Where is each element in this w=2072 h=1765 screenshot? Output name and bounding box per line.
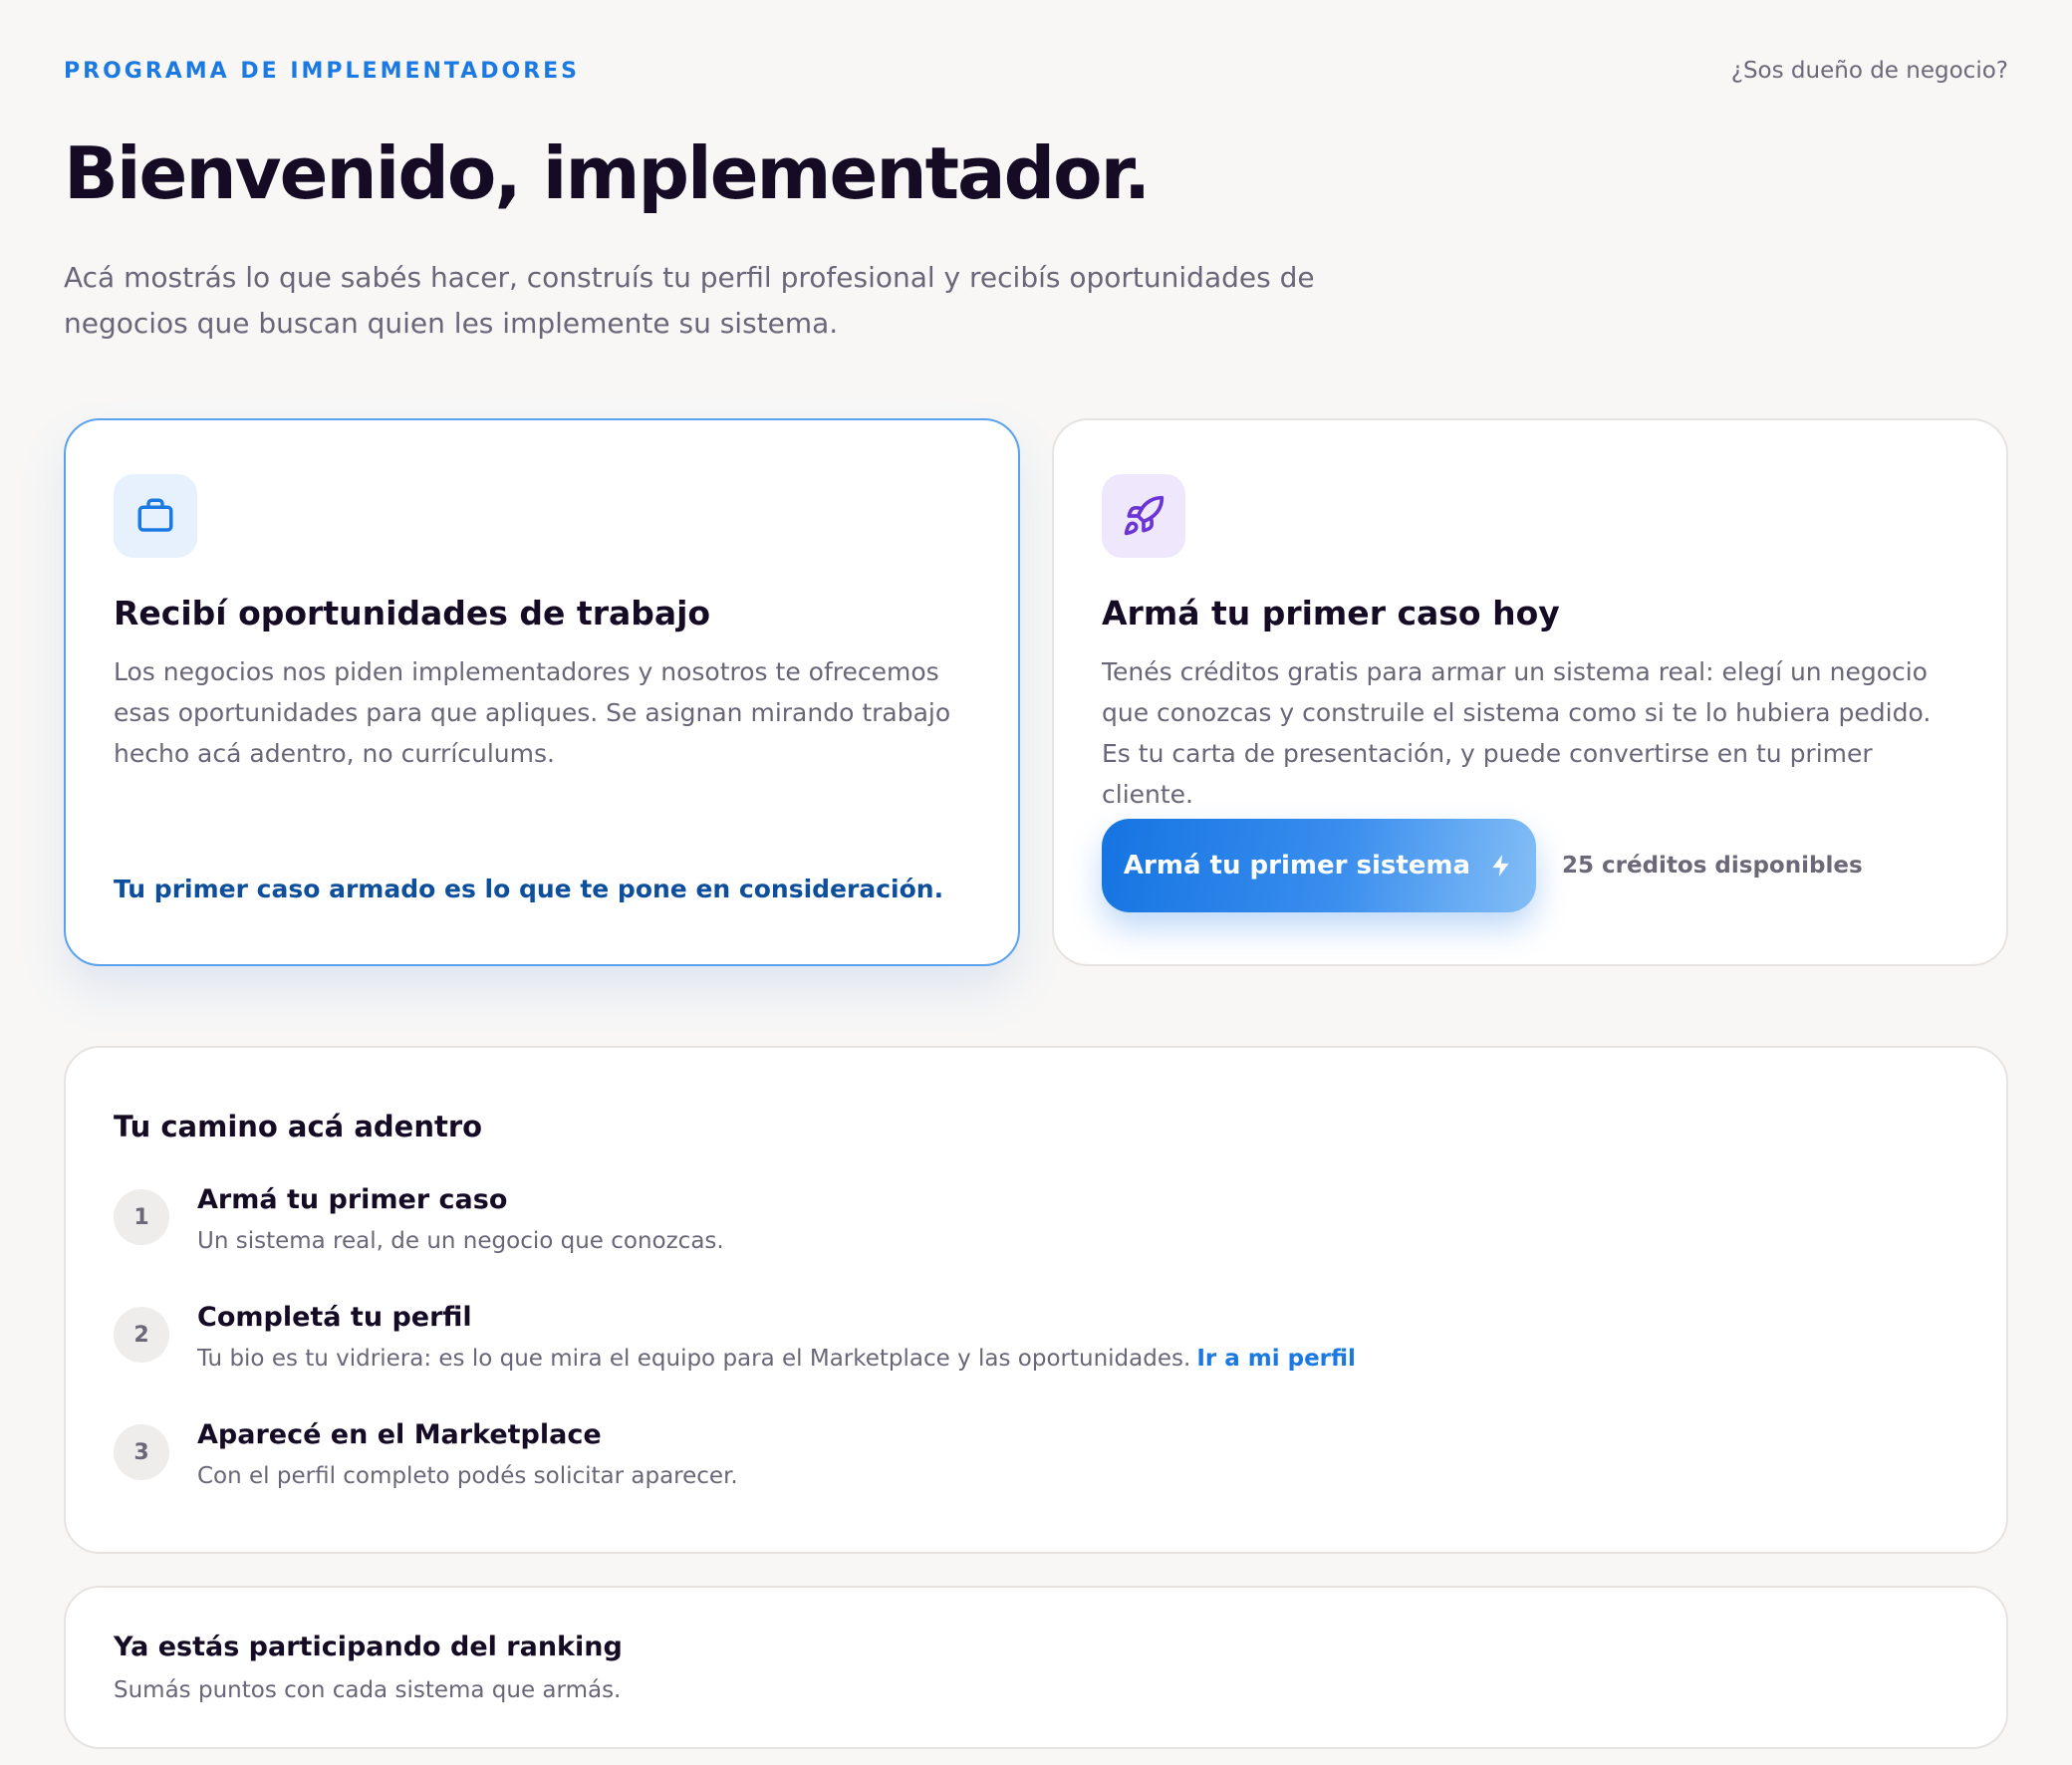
program-eyebrow: PROGRAMA DE IMPLEMENTADORES — [64, 58, 581, 84]
ranking-card: Ya estás participando del ranking Sumás … — [64, 1586, 2008, 1749]
business-owner-link[interactable]: ¿Sos dueño de negocio? — [1731, 58, 2008, 84]
ranking-description: Sumás puntos con cada sistema que armás. — [114, 1677, 622, 1703]
first-case-text: Tenés créditos gratis para armar un sist… — [1102, 657, 1932, 809]
opportunities-card: Recibí oportunidades de trabajo Los nego… — [64, 418, 1020, 966]
rocket-icon — [1124, 495, 1165, 536]
cta-row: Armá tu primer sistema 25 créditos dispo… — [1102, 819, 1863, 912]
path-title: Tu camino acá adentro — [114, 1110, 483, 1143]
step-title: Armá tu primer caso — [197, 1184, 508, 1215]
page-title: Bienvenido, implementador. — [64, 131, 1151, 215]
top-bar: PROGRAMA DE IMPLEMENTADORES ¿Sos dueño d… — [64, 58, 2008, 84]
ranking-title: Ya estás participando del ranking — [114, 1632, 623, 1662]
path-card: Tu camino acá adentro 1 Armá tu primer c… — [64, 1046, 2008, 1554]
step-description: Un sistema real, de un negocio que conoz… — [197, 1228, 724, 1254]
go-to-profile-link[interactable]: Ir a mi perfil — [1196, 1346, 1356, 1372]
first-case-title: Armá tu primer caso hoy — [1102, 594, 1560, 632]
build-first-system-label: Armá tu primer sistema — [1123, 851, 1471, 881]
lightning-icon — [1492, 855, 1509, 877]
opportunities-text: Los negocios nos piden implementadores y… — [114, 657, 951, 768]
step-number: 1 — [114, 1189, 169, 1245]
step-1: 1 Armá tu primer caso Un sistema real, d… — [114, 1183, 724, 1257]
step-description-row: Tu bio es tu vidriera: es lo que mira el… — [197, 1343, 1356, 1375]
opportunities-title: Recibí oportunidades de trabajo — [114, 594, 711, 632]
step-description: Con el perfil completo podés solicitar a… — [197, 1463, 738, 1489]
briefcase-icon — [137, 498, 173, 532]
briefcase-icon-box — [114, 474, 197, 558]
step-number: 2 — [114, 1307, 169, 1363]
page: PROGRAMA DE IMPLEMENTADORES ¿Sos dueño d… — [0, 0, 2072, 1765]
build-first-system-button[interactable]: Armá tu primer sistema — [1102, 819, 1536, 912]
step-title: Completá tu perfil — [197, 1302, 472, 1333]
page-subtitle: Acá mostrás lo que sabés hacer, construí… — [64, 261, 1315, 340]
step-title: Aparecé en el Marketplace — [197, 1419, 602, 1450]
rocket-icon-box — [1102, 474, 1185, 558]
step-3: 3 Aparecé en el Marketplace Con el perfi… — [114, 1418, 738, 1492]
first-case-consideration-link[interactable]: Tu primer caso armado es lo que te pone … — [114, 875, 943, 903]
step-2: 2 Completá tu perfil Tu bio es tu vidrie… — [114, 1301, 1356, 1375]
step-number: 3 — [114, 1424, 169, 1480]
first-case-card: Armá tu primer caso hoy Tenés créditos g… — [1052, 418, 2008, 966]
credits-available: 25 créditos disponibles — [1562, 853, 1863, 879]
step-description: Tu bio es tu vidriera: es lo que mira el… — [197, 1346, 1191, 1372]
